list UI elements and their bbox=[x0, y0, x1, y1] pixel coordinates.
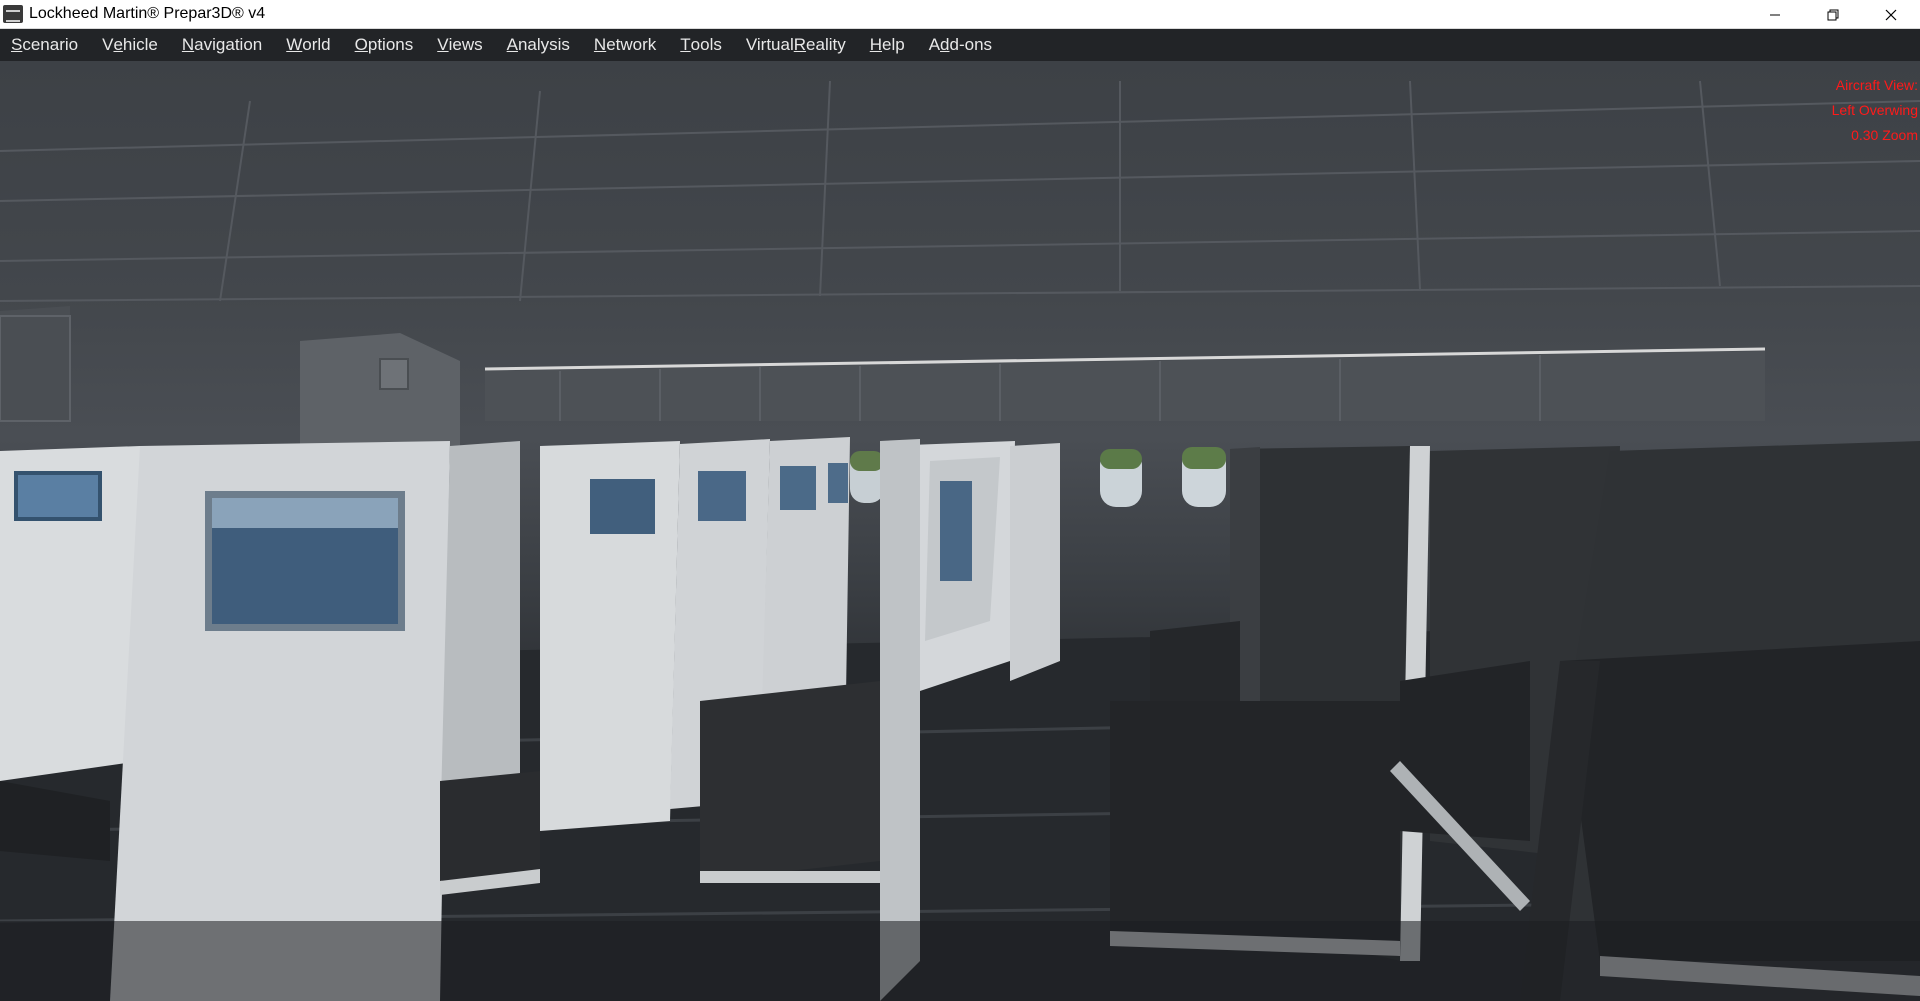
menu-help[interactable]: Help bbox=[859, 29, 918, 61]
ceiling-panels bbox=[0, 80, 1920, 302]
menu-network[interactable]: Network bbox=[583, 29, 669, 61]
menu-scenario[interactable]: Scenario bbox=[0, 29, 91, 61]
menu-virtual-reality[interactable]: Virtual Reality bbox=[735, 29, 859, 61]
title-bar: Lockheed Martin® Prepar3D® v4 bbox=[0, 0, 1920, 29]
restore-button[interactable] bbox=[1804, 0, 1862, 29]
hud-zoom-level: 0.30 Zoom bbox=[1851, 127, 1918, 143]
menu-options[interactable]: Options bbox=[344, 29, 427, 61]
hud-view-name: Left Overwing bbox=[1831, 102, 1918, 118]
menu-analysis[interactable]: Analysis bbox=[496, 29, 583, 61]
window-controls bbox=[1746, 0, 1920, 29]
menu-navigation[interactable]: Navigation bbox=[171, 29, 275, 61]
minimize-button[interactable] bbox=[1746, 0, 1804, 29]
menu-views[interactable]: Views bbox=[426, 29, 495, 61]
menu-tools[interactable]: Tools bbox=[669, 29, 735, 61]
minimize-icon bbox=[1770, 14, 1780, 15]
menu-add-ons[interactable]: Ad d-ons bbox=[918, 29, 1005, 61]
simulator-viewport[interactable]: Aircraft View: Left Overwing 0.30 Zoom bbox=[0, 61, 1920, 1001]
cabin-scene bbox=[0, 80, 1920, 1001]
close-button[interactable] bbox=[1862, 0, 1920, 29]
hud-view-label: Aircraft View: bbox=[1835, 77, 1918, 93]
hud-view-info: Aircraft View: Left Overwing 0.30 Zoom bbox=[1832, 73, 1918, 148]
window-title: Lockheed Martin® Prepar3D® v4 bbox=[29, 5, 266, 22]
app-icon bbox=[3, 5, 23, 23]
restore-icon bbox=[1827, 9, 1839, 20]
menu-bar: Scenario Ve hicle Navigation World Option… bbox=[0, 29, 1920, 61]
menu-world[interactable]: World bbox=[275, 29, 343, 61]
close-icon bbox=[1885, 9, 1897, 20]
menu-vehicle[interactable]: Ve hicle bbox=[91, 29, 171, 61]
